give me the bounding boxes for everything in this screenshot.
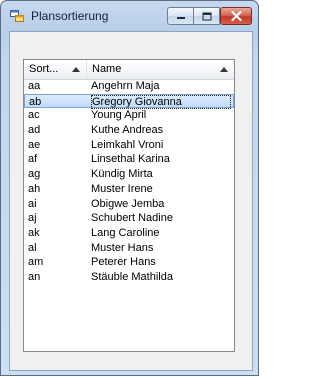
sort-ascending-icon (72, 67, 80, 72)
list-item-sort: ae (28, 138, 41, 151)
list-item-sort: ai (28, 197, 37, 210)
window-title: Plansortierung (31, 9, 109, 23)
list-item[interactable]: af Linsethal Karina (24, 152, 234, 167)
list-item-sort: ac (28, 109, 40, 122)
column-header-name-label: Name (92, 63, 122, 75)
list-item-name: Gregory Giovanna (91, 94, 231, 110)
list-item-name: Schubert Nadine (91, 212, 173, 225)
list-item-name: Peterer Hans (91, 256, 156, 269)
list-item-name: Linsethal Karina (91, 153, 170, 166)
list-item-name: Angehrn Maja (91, 80, 160, 92)
list-item-sort: aa (28, 80, 41, 92)
minimize-icon (176, 17, 185, 19)
list-item-name: Kündig Mirta (91, 168, 153, 181)
list-item-name: Muster Hans (91, 241, 154, 254)
application-window: Plansortierung Sort... Name aa Angehrn M… (0, 0, 259, 376)
listview-header: Sort... Name (24, 60, 234, 80)
column-header-sort-label: Sort... (29, 63, 59, 75)
list-item[interactable]: am Peterer Hans (24, 255, 234, 270)
list-item-sort: aj (28, 212, 37, 225)
list-item-name: Kuthe Andreas (91, 124, 164, 137)
client-area: Sort... Name aa Angehrn Maja ab Gregory Gio… (9, 31, 253, 371)
title-bar[interactable]: Plansortierung (1, 1, 258, 31)
list-item[interactable]: ae Leimkahl Vroni (24, 138, 234, 153)
list-item-name: Stäuble Mathilda (91, 270, 173, 283)
list-item[interactable]: an Stäuble Mathilda (24, 270, 234, 285)
plan-listview[interactable]: Sort... Name aa Angehrn Maja ab Gregory Gio… (23, 59, 235, 352)
column-header-name[interactable]: Name (87, 60, 234, 79)
maximize-icon (202, 12, 211, 20)
list-item-sort: an (28, 270, 41, 283)
list-item[interactable]: ah Muster Irene (24, 182, 234, 197)
maximize-button[interactable] (194, 7, 220, 25)
list-item[interactable]: ai Obigwe Jemba (24, 197, 234, 212)
list-item[interactable]: ak Lang Caroline (24, 226, 234, 241)
list-item[interactable]: aa Angehrn Maja (24, 79, 234, 94)
list-item-name: Leimkahl Vroni (91, 138, 164, 151)
list-item[interactable]: ac Young April (24, 108, 234, 123)
column-header-sort[interactable]: Sort... (24, 60, 87, 79)
list-item-name: Young April (91, 109, 147, 122)
listview-rows: aa Angehrn Maja ab Gregory Giovanna ac Young … (24, 79, 234, 285)
list-item-sort: af (28, 153, 38, 166)
app-window-icon (10, 10, 24, 22)
list-item[interactable]: aj Schubert Nadine (24, 211, 234, 226)
list-item-sort: ak (28, 226, 40, 239)
list-item[interactable]: ad Kuthe Andreas (24, 123, 234, 138)
list-item-sort: ag (28, 168, 41, 181)
list-item-name: Muster Irene (91, 182, 153, 195)
list-item[interactable]: ab Gregory Giovanna (24, 93, 234, 110)
sort-ascending-icon (220, 67, 228, 72)
minimize-button[interactable] (167, 7, 194, 25)
list-item-name: Obigwe Jemba (91, 197, 165, 210)
list-item-sort: ah (28, 182, 41, 195)
list-item[interactable]: al Muster Hans (24, 241, 234, 256)
list-item-sort: ad (28, 124, 41, 137)
list-item-sort: al (28, 241, 37, 254)
list-item[interactable]: ag Kündig Mirta (24, 167, 234, 182)
list-item-sort: am (28, 256, 44, 269)
close-icon (230, 11, 242, 21)
list-item-sort: ab (29, 95, 42, 108)
close-button[interactable] (220, 7, 252, 25)
list-item-name: Lang Caroline (91, 226, 160, 239)
